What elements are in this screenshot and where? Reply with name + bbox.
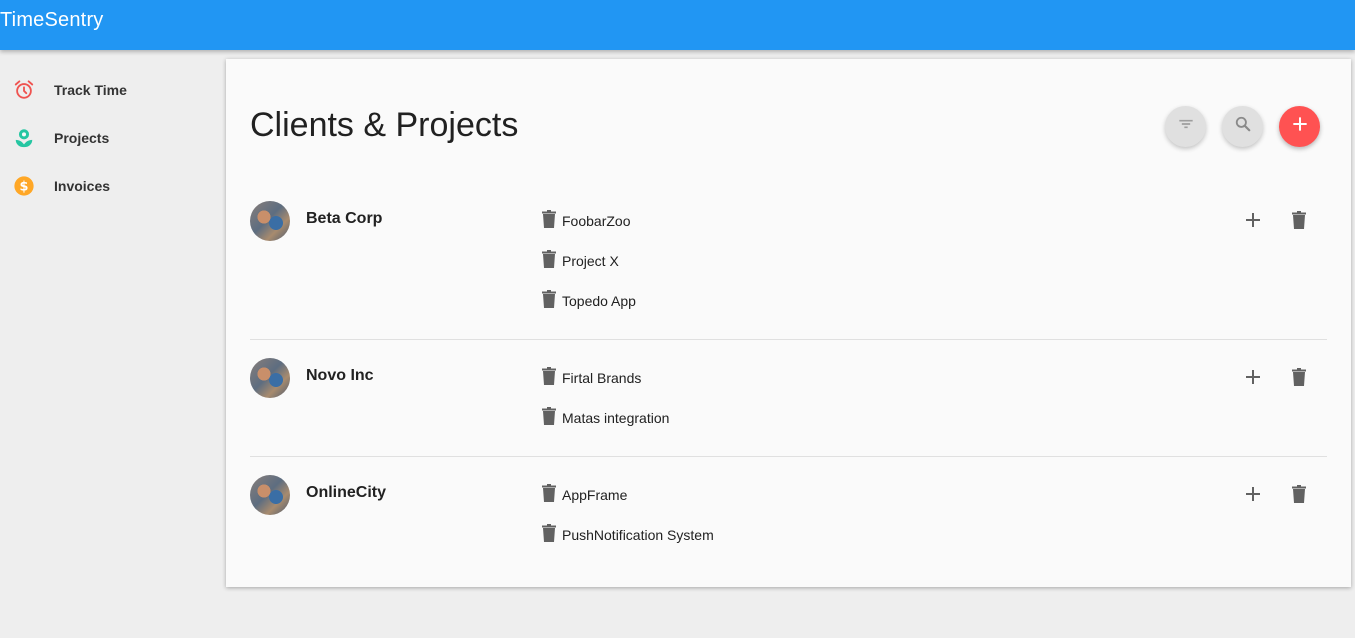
project-item[interactable]: Matas integration: [542, 398, 669, 438]
trash-icon: [1292, 367, 1306, 391]
alarm-clock-icon: [13, 79, 35, 101]
trash-icon[interactable]: [542, 406, 556, 430]
sidebar-item-label: Invoices: [54, 178, 111, 194]
dollar-icon: $: [13, 175, 35, 197]
sidebar-item-track-time[interactable]: Track Time: [0, 66, 220, 114]
app-bar: TimeSentry: [0, 0, 1355, 50]
delete-client-button[interactable]: [1287, 484, 1311, 508]
avatar: [250, 201, 290, 241]
sidebar-item-label: Projects: [54, 130, 110, 146]
trash-icon[interactable]: [542, 209, 556, 233]
add-client-button[interactable]: [1279, 106, 1320, 147]
avatar: [250, 358, 290, 398]
project-name: AppFrame: [562, 487, 628, 503]
client-row: Novo Inc Firtal Brands Matas integration: [250, 358, 1327, 457]
trash-icon[interactable]: [542, 289, 556, 313]
sidebar: Track Time Projects $ Invoices: [0, 66, 220, 210]
client-row: OnlineCity AppFrame PushNotification Sys…: [250, 475, 1327, 565]
delete-client-button[interactable]: [1287, 210, 1311, 234]
plus-icon: [1244, 485, 1262, 508]
project-item[interactable]: Topedo App: [542, 281, 636, 321]
project-list: FoobarZoo Project X Topedo App: [542, 201, 636, 321]
project-name: Project X: [562, 253, 619, 269]
trash-icon[interactable]: [542, 483, 556, 507]
project-name: PushNotification System: [562, 527, 714, 543]
project-item[interactable]: Project X: [542, 241, 636, 281]
page-title: Clients & Projects: [250, 106, 519, 144]
trash-icon[interactable]: [542, 523, 556, 547]
client-name: OnlineCity: [306, 484, 387, 501]
trash-icon[interactable]: [542, 366, 556, 390]
svg-text:$: $: [20, 180, 29, 195]
project-item[interactable]: AppFrame: [542, 475, 714, 515]
client-row: Beta Corp FoobarZoo Project X Topedo App: [250, 201, 1327, 340]
search-button[interactable]: [1222, 106, 1263, 147]
project-name: FoobarZoo: [562, 213, 631, 229]
project-name: Matas integration: [562, 410, 670, 426]
trash-icon: [1292, 210, 1306, 234]
client-name: Novo Inc: [306, 367, 374, 384]
sidebar-item-invoices[interactable]: $ Invoices: [0, 162, 220, 210]
project-list: Firtal Brands Matas integration: [542, 358, 669, 438]
sidebar-item-label: Track Time: [54, 82, 127, 98]
project-name: Topedo App: [562, 293, 636, 309]
project-item[interactable]: PushNotification System: [542, 515, 714, 555]
sidebar-item-projects[interactable]: Projects: [0, 114, 220, 162]
client-name: Beta Corp: [306, 210, 383, 227]
add-project-button[interactable]: [1241, 210, 1265, 234]
plus-icon: [1244, 368, 1262, 391]
project-item[interactable]: FoobarZoo: [542, 201, 636, 241]
add-project-button[interactable]: [1241, 367, 1265, 391]
plus-icon: [1244, 211, 1262, 234]
add-project-button[interactable]: [1241, 484, 1265, 508]
add-icon: [1290, 114, 1310, 139]
filter-button[interactable]: [1165, 106, 1206, 147]
avatar: [250, 475, 290, 515]
projects-icon: [13, 127, 35, 149]
search-icon: [1233, 114, 1253, 139]
clients-projects-card: Clients & Projects Beta Corp FoobarZoo P…: [226, 59, 1351, 587]
trash-icon[interactable]: [542, 249, 556, 273]
project-name: Firtal Brands: [562, 370, 642, 386]
filter-icon: [1176, 114, 1196, 139]
project-list: AppFrame PushNotification System: [542, 475, 714, 555]
delete-client-button[interactable]: [1287, 367, 1311, 391]
app-title: TimeSentry: [0, 9, 104, 31]
project-item[interactable]: Firtal Brands: [542, 358, 669, 398]
trash-icon: [1292, 484, 1306, 508]
